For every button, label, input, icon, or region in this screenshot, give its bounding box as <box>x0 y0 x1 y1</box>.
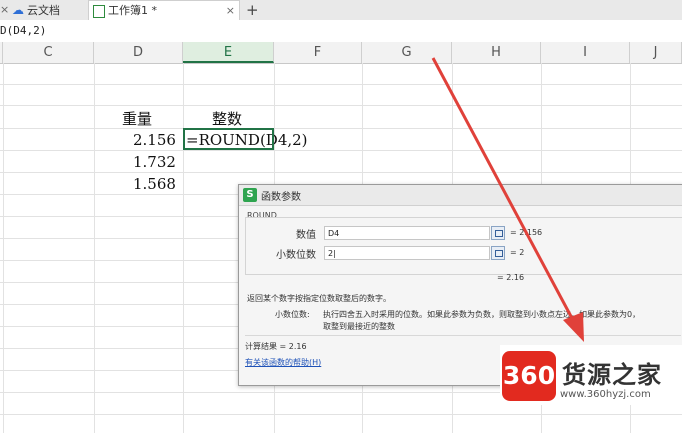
arg-label-number: 数值 <box>296 230 316 241</box>
cell-d6[interactable]: 1.568 <box>133 175 176 193</box>
watermark: 360 货源之家 www.360hyzj.com <box>500 345 682 405</box>
function-description: 返回某个数字按指定位数取整后的数字。 <box>247 294 391 303</box>
digits-input[interactable]: 2| <box>324 246 490 260</box>
tab-workbook1[interactable]: 工作簿1 * × <box>88 0 240 20</box>
column-header-j[interactable]: J <box>630 42 682 63</box>
cell-d5[interactable]: 1.732 <box>133 153 176 171</box>
column-header-e[interactable]: E <box>183 42 274 63</box>
watermark-name: 货源之家 <box>562 361 662 389</box>
cell-d3[interactable]: 重量 <box>122 108 152 129</box>
cell-d4[interactable]: 2.156 <box>133 131 176 149</box>
column-header-d[interactable]: D <box>94 42 183 63</box>
arg-label-digits: 小数位数 <box>276 250 316 261</box>
sheet-icon <box>93 4 105 18</box>
new-tab-button[interactable]: + <box>246 0 259 20</box>
arguments-group: 数值 D4 = 2.156 小数位数 2| = 2 <box>245 217 682 275</box>
active-cell-border <box>183 128 274 150</box>
wps-spreadsheet-logo-icon: S <box>243 188 257 202</box>
formula-text: D(D4,2) <box>0 24 47 37</box>
column-header-f[interactable]: F <box>274 42 362 63</box>
watermark-logo: 360 <box>502 351 556 401</box>
column-headers: C D E F G H I J <box>0 42 682 64</box>
watermark-url: www.360hyzj.com <box>560 389 651 400</box>
tab-bar: × ☁ 云文档 工作簿1 * × + <box>0 0 682 21</box>
tab-cloud-label: 云文档 <box>27 4 60 17</box>
number-input[interactable]: D4 <box>324 226 490 240</box>
overall-result: = 2.16 <box>497 273 525 282</box>
cloud-icon: ☁ <box>12 3 24 17</box>
help-link[interactable]: 有关该函数的帮助(H) <box>245 357 321 368</box>
tab-cloud-docs[interactable]: ☁ 云文档 <box>12 0 78 20</box>
column-header-c[interactable]: C <box>3 42 94 63</box>
param-name: 小数位数: <box>275 310 310 319</box>
arg-result-number: = 2.156 <box>510 228 543 237</box>
tab-workbook-label: 工作簿1 * <box>108 4 157 17</box>
arg-result-digits: = 2 <box>510 248 525 257</box>
param-description-1: 执行四舍五入时采用的位数。如果此参数为负数，则取整到小数点左边，如果此参数为0， <box>323 310 641 319</box>
dialog-title-bar[interactable]: S 函数参数 <box>239 185 682 206</box>
close-workbook-tab-icon[interactable]: × <box>226 1 235 21</box>
column-header-i[interactable]: I <box>541 42 630 63</box>
dialog-divider <box>245 335 681 336</box>
close-tab-icon[interactable]: × <box>0 0 9 20</box>
column-header-g[interactable]: G <box>362 42 452 63</box>
param-description-2: 取整到最接近的整数 <box>323 322 395 331</box>
column-header-h[interactable]: H <box>452 42 541 63</box>
formula-bar[interactable]: D(D4,2) <box>0 20 682 43</box>
calc-result: 计算结果 = 2.16 <box>245 342 307 351</box>
collapse-range-icon[interactable] <box>491 226 505 240</box>
collapse-range-icon[interactable] <box>491 246 505 260</box>
dialog-title: 函数参数 <box>261 192 301 203</box>
cell-e3[interactable]: 整数 <box>212 108 242 129</box>
